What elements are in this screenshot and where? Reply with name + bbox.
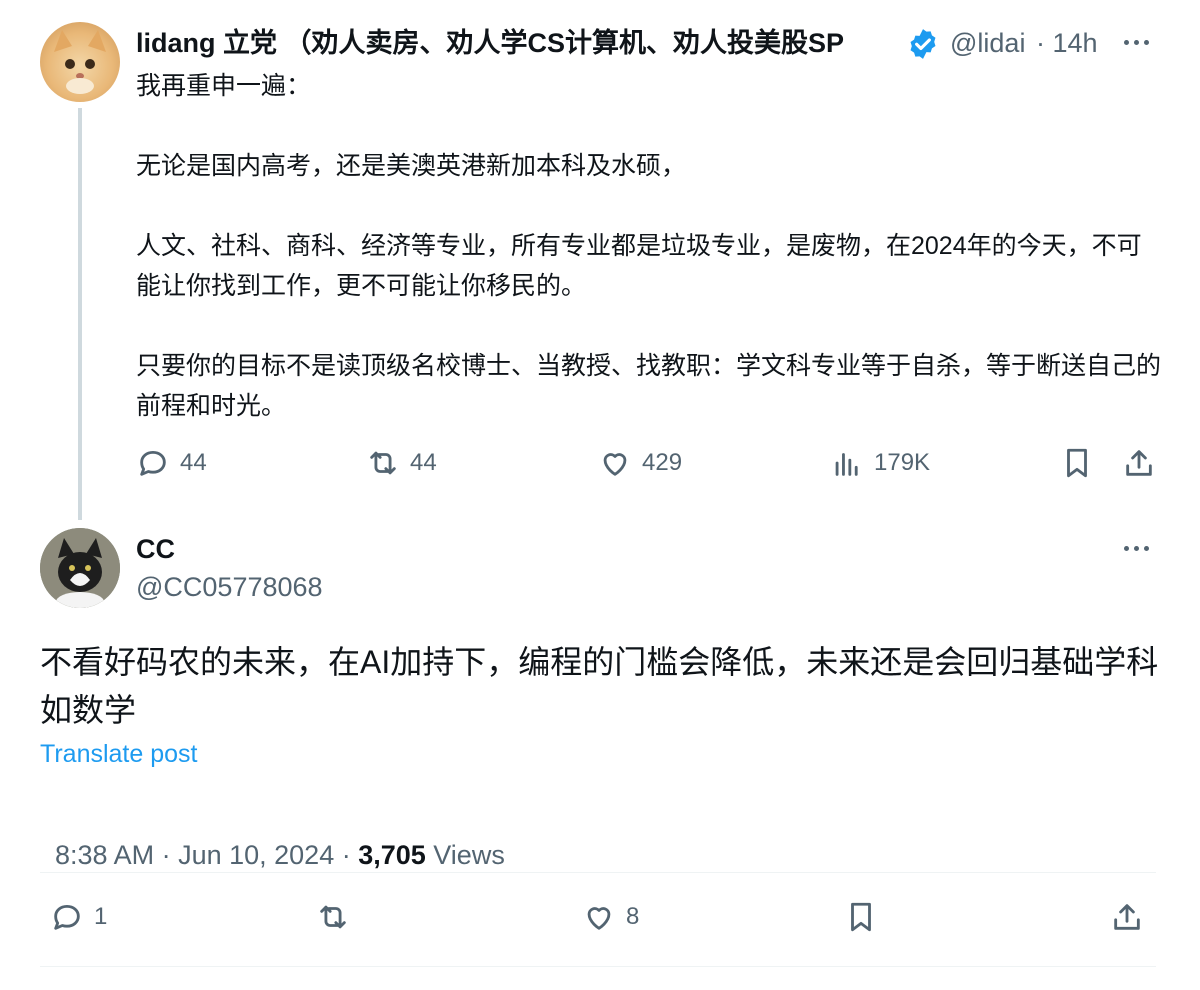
like-count: 8 xyxy=(626,903,640,930)
like-button[interactable]: 8 xyxy=(582,900,639,934)
like-button[interactable]: 429 xyxy=(598,446,682,480)
bookmark-icon xyxy=(851,902,871,932)
divider xyxy=(40,966,1156,967)
post-time[interactable]: · 14h xyxy=(1036,26,1098,60)
reply-button[interactable]: 1 xyxy=(50,900,107,934)
more-options-button[interactable] xyxy=(1124,546,1149,551)
repost-count: 44 xyxy=(410,449,437,476)
like-count: 429 xyxy=(642,449,683,476)
timestamp-text[interactable]: 8:38 AM · Jun 10, 2024 · xyxy=(55,840,358,870)
author-handle[interactable]: @lidai xyxy=(950,26,1034,60)
thread-connector-line xyxy=(78,108,82,520)
author-name[interactable]: lidang 立党 （劝人卖房、劝人学CS计算机、劝人投美股SP xyxy=(136,26,902,60)
views-count: 179K xyxy=(874,449,931,476)
share-button[interactable] xyxy=(1110,900,1144,939)
bookmark-button[interactable] xyxy=(1060,446,1094,485)
verified-badge-icon xyxy=(906,27,940,61)
reply-button[interactable]: 44 xyxy=(136,446,207,480)
repost-button[interactable]: 44 xyxy=(366,446,437,480)
views-label: Views xyxy=(425,840,505,870)
repost-icon xyxy=(370,451,396,475)
divider xyxy=(40,872,1156,873)
repost-icon xyxy=(320,905,346,929)
repost-button[interactable] xyxy=(316,900,350,939)
post-text: 我再重申一遍： 无论是国内高考，还是美澳英港新加本科及水硕， 人文、社科、商科、… xyxy=(136,72,1162,420)
post-text: 不看好码农的未来，在AI加持下，编程的门槛会降低，未来还是会回归基础学科如数学 xyxy=(40,644,1159,728)
share-button[interactable] xyxy=(1122,446,1156,485)
reply-count: 44 xyxy=(180,449,207,476)
avatar[interactable] xyxy=(40,22,120,102)
cat-avatar-icon xyxy=(54,30,106,94)
views-button[interactable]: 179K xyxy=(830,446,930,480)
reply-count: 1 xyxy=(94,903,108,930)
reply-icon xyxy=(54,904,80,930)
author-handle[interactable]: @CC05778068 xyxy=(136,570,323,604)
more-options-button[interactable] xyxy=(1124,40,1149,45)
bookmark-icon xyxy=(1067,448,1087,478)
bookmark-button[interactable] xyxy=(844,900,878,939)
view-count: 3,705 xyxy=(358,840,426,870)
share-icon xyxy=(1126,450,1152,476)
analytics-icon xyxy=(835,453,858,476)
heart-icon xyxy=(587,907,611,930)
post-timestamp: 8:38 AM · Jun 10, 2024 · 3,705 Views xyxy=(40,804,505,872)
share-icon xyxy=(1114,904,1140,930)
author-name[interactable]: CC xyxy=(136,532,175,566)
heart-icon xyxy=(603,453,627,476)
translate-post-link[interactable]: Translate post xyxy=(40,738,197,770)
reply-icon xyxy=(140,450,166,476)
cat-avatar-icon xyxy=(40,528,120,608)
avatar[interactable] xyxy=(40,528,120,608)
